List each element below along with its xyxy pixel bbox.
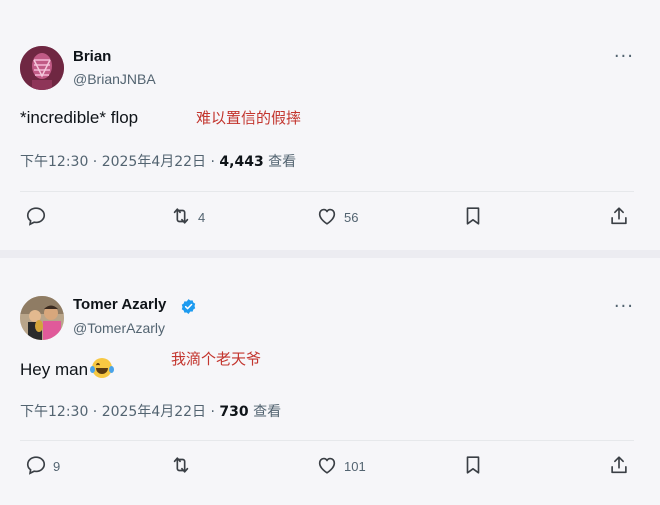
action-bar: 9 101 [0, 451, 660, 481]
reply-icon [25, 454, 47, 479]
share-button[interactable] [608, 202, 630, 232]
share-icon [608, 205, 630, 230]
tweet-text-content: Hey man [20, 360, 89, 379]
tweet-card[interactable]: Brian @BrianJNBA ··· *incredible* flop 难… [0, 0, 660, 250]
display-name[interactable]: Tomer Azarly [73, 296, 166, 313]
tweet-card[interactable]: Tomer Azarly @TomerAzarly ··· Hey man 我滴… [0, 258, 660, 505]
retweet-count: 4 [198, 209, 206, 225]
share-icon [608, 454, 630, 479]
avatar[interactable] [20, 296, 64, 340]
like-count: 101 [344, 458, 366, 474]
reply-icon [25, 205, 47, 230]
annotation-text: 我滴个老天爷 [171, 350, 262, 368]
retweet-button[interactable] [170, 451, 198, 481]
tweet-text: *incredible* flop [20, 108, 139, 127]
view-count: 4,443 [219, 154, 264, 170]
verified-badge-icon [180, 298, 197, 315]
like-button[interactable]: 101 [316, 451, 366, 481]
divider [20, 440, 634, 441]
tweet-meta: 下午12:30 · 2025年4月22日 · 730 查看 [20, 401, 281, 421]
tweet-separator [0, 250, 660, 258]
views-label: 查看 [248, 404, 282, 420]
like-button[interactable]: 56 [316, 202, 358, 232]
view-count: 730 [219, 404, 249, 420]
retweet-icon [170, 205, 192, 230]
display-name[interactable]: Brian [73, 48, 111, 65]
timestamp[interactable]: 下午12:30 · 2025年4月22日 · [20, 404, 219, 420]
bookmark-icon [462, 205, 484, 230]
share-button[interactable] [608, 451, 630, 481]
tweet-text: Hey man [20, 358, 115, 380]
user-handle[interactable]: @TomerAzarly [73, 320, 165, 336]
more-icon[interactable]: ··· [614, 296, 634, 317]
bookmark-button[interactable] [462, 202, 484, 232]
annotation-text: 难以置信的假摔 [196, 109, 302, 127]
divider [20, 191, 634, 192]
timestamp[interactable]: 下午12:30 · 2025年4月22日 · [20, 154, 219, 170]
user-handle[interactable]: @BrianJNBA [73, 71, 156, 87]
avatar[interactable] [20, 46, 64, 90]
retweet-button[interactable]: 4 [170, 202, 205, 232]
reply-button[interactable] [25, 202, 53, 232]
tears-of-joy-emoji-icon [90, 358, 115, 378]
like-count: 56 [344, 209, 359, 225]
action-bar: 4 56 [0, 202, 660, 232]
bookmark-button[interactable] [462, 451, 484, 481]
reply-button[interactable]: 9 [25, 451, 60, 481]
reply-count: 9 [53, 458, 61, 474]
views-label: 查看 [263, 154, 297, 170]
retweet-icon [170, 454, 192, 479]
heart-icon [316, 454, 338, 479]
heart-icon [316, 205, 338, 230]
bookmark-icon [462, 454, 484, 479]
tweet-meta: 下午12:30 · 2025年4月22日 · 4,443 查看 [20, 151, 296, 171]
more-icon[interactable]: ··· [614, 46, 634, 67]
